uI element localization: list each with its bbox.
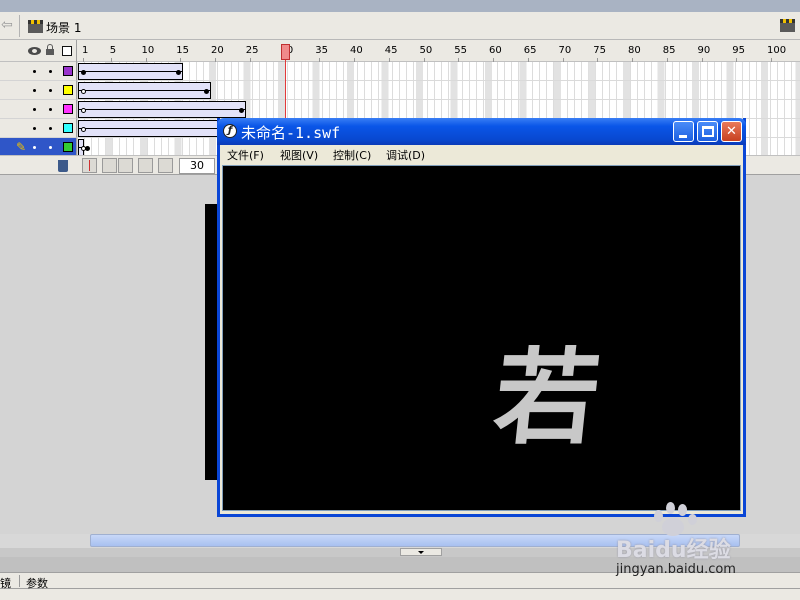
layer-color-swatch[interactable]: [63, 66, 73, 76]
ruler-label: 100: [767, 45, 787, 56]
layer-frames[interactable]: [78, 81, 800, 100]
maximize-button[interactable]: [697, 121, 718, 142]
layer-toggle-dot[interactable]: [33, 70, 36, 73]
clapperboard-icon: [28, 20, 43, 33]
swf-window-title: 未命名-1.swf: [241, 124, 341, 142]
collapse-toggle[interactable]: [400, 548, 442, 556]
tab-divider: [19, 575, 20, 587]
menu-debug[interactable]: 调试(D): [386, 147, 425, 163]
keyframe[interactable]: [81, 108, 86, 113]
ruler-label: 45: [384, 45, 398, 56]
layer-controls[interactable]: [0, 119, 77, 138]
watermark-brand: Baidu经验: [616, 538, 731, 563]
minimize-button[interactable]: [673, 121, 694, 142]
keyframe[interactable]: [81, 70, 86, 75]
scene-name[interactable]: 场景 1: [46, 19, 81, 36]
ruler-label: 65: [523, 45, 537, 56]
edit-scene-icon[interactable]: [780, 19, 795, 32]
center-frame-button[interactable]: [82, 158, 97, 173]
keyframe[interactable]: [176, 70, 181, 75]
ruler-label: 75: [593, 45, 607, 56]
ruler-label: 5: [109, 45, 117, 56]
current-frame-field[interactable]: 30: [179, 158, 215, 174]
edit-multiple-frames-button[interactable]: [138, 158, 153, 173]
layer-row[interactable]: [0, 62, 800, 81]
swf-canvas[interactable]: 若: [222, 165, 741, 511]
timeline-header: 1510152025303540455055606570758085909510…: [0, 40, 800, 62]
outline-icon[interactable]: [62, 46, 72, 56]
show-hide-eye-icon[interactable]: [28, 47, 41, 55]
properties-panel-edge: [0, 589, 800, 600]
layer-color-swatch[interactable]: [63, 123, 73, 133]
layer-toggle-dot[interactable]: [49, 146, 52, 149]
swf-menubar: 文件(F) 视图(V) 控制(C) 调试(D): [220, 145, 743, 163]
layer-color-swatch[interactable]: [63, 142, 73, 152]
scene-bar: ⇦ 场景 1: [0, 12, 800, 40]
ruler-label: 25: [245, 45, 259, 56]
keyframe[interactable]: [85, 146, 90, 151]
layer-controls[interactable]: [0, 81, 77, 100]
layer-color-swatch[interactable]: [63, 104, 73, 114]
layer-controls[interactable]: [0, 100, 77, 119]
ruler-label: 70: [558, 45, 572, 56]
playhead-handle[interactable]: [281, 44, 290, 60]
layer-toggle-dot[interactable]: [49, 89, 52, 92]
layer-frames[interactable]: [78, 62, 800, 81]
divider: [19, 15, 20, 37]
ruler-label: 90: [697, 45, 711, 56]
ruler-label: 55: [454, 45, 468, 56]
menu-view[interactable]: 视图(V): [280, 147, 318, 163]
motion-tween[interactable]: [78, 101, 246, 118]
lock-icon[interactable]: [46, 44, 54, 55]
swf-titlebar[interactable]: ƒ 未命名-1.swf ✕: [217, 118, 746, 145]
layer-toggle-dot[interactable]: [49, 108, 52, 111]
keyframe[interactable]: [81, 89, 86, 94]
layer-toggle-dot[interactable]: [33, 108, 36, 111]
watermark-url: jingyan.baidu.com: [616, 562, 736, 577]
close-button[interactable]: ✕: [721, 121, 742, 142]
layer-toggle-dot[interactable]: [33, 146, 36, 149]
layer-controls[interactable]: [0, 62, 77, 81]
ruler-label: 60: [489, 45, 502, 56]
ruler-label: 40: [350, 45, 363, 56]
ruler-label: 20: [211, 45, 224, 56]
back-arrow-icon[interactable]: ⇦: [1, 17, 15, 33]
ruler-label: 15: [176, 45, 190, 56]
layer-row[interactable]: [0, 100, 800, 119]
ruler-label: 1: [82, 45, 89, 56]
ruler-label: 95: [732, 45, 746, 56]
frame-ruler[interactable]: 1510152025303540455055606570758085909510…: [78, 40, 800, 62]
keyframe[interactable]: [81, 127, 86, 132]
ruler-label: 50: [419, 45, 433, 56]
flash-player-icon: ƒ: [223, 124, 237, 138]
menu-control[interactable]: 控制(C): [333, 147, 371, 163]
delete-layer-icon[interactable]: [58, 160, 68, 172]
layer-column-header: [0, 40, 77, 62]
layer-toggle-dot[interactable]: [33, 89, 36, 92]
top-strip: [0, 0, 800, 12]
onion-skin-outlines-button[interactable]: [118, 158, 133, 173]
keyframe[interactable]: [239, 108, 244, 113]
motion-tween[interactable]: [78, 139, 90, 156]
pencil-icon: ✎: [16, 140, 27, 154]
layer-color-swatch[interactable]: [63, 85, 73, 95]
onion-skin-button[interactable]: [102, 158, 117, 173]
ruler-label: 80: [628, 45, 641, 56]
menu-file[interactable]: 文件(F): [227, 147, 264, 163]
layer-toggle-dot[interactable]: [49, 127, 52, 130]
ruler-label: 10: [141, 45, 155, 56]
animated-character: 若: [488, 336, 606, 459]
layer-frames[interactable]: [78, 100, 800, 119]
keyframe[interactable]: [204, 89, 209, 94]
ruler-label: 85: [662, 45, 676, 56]
layer-row[interactable]: [0, 81, 800, 100]
layer-toggle-dot[interactable]: [33, 127, 36, 130]
baidu-watermark: Baidu经验 jingyan.baidu.com: [612, 500, 800, 584]
ruler-label: 35: [315, 45, 329, 56]
layer-toggle-dot[interactable]: [49, 70, 52, 73]
motion-tween[interactable]: [78, 63, 183, 80]
modify-onion-markers-button[interactable]: [158, 158, 173, 173]
motion-tween[interactable]: [78, 82, 211, 99]
swf-player-window: ƒ 未命名-1.swf ✕ 文件(F) 视图(V) 控制(C) 调试(D) 若: [217, 118, 746, 517]
